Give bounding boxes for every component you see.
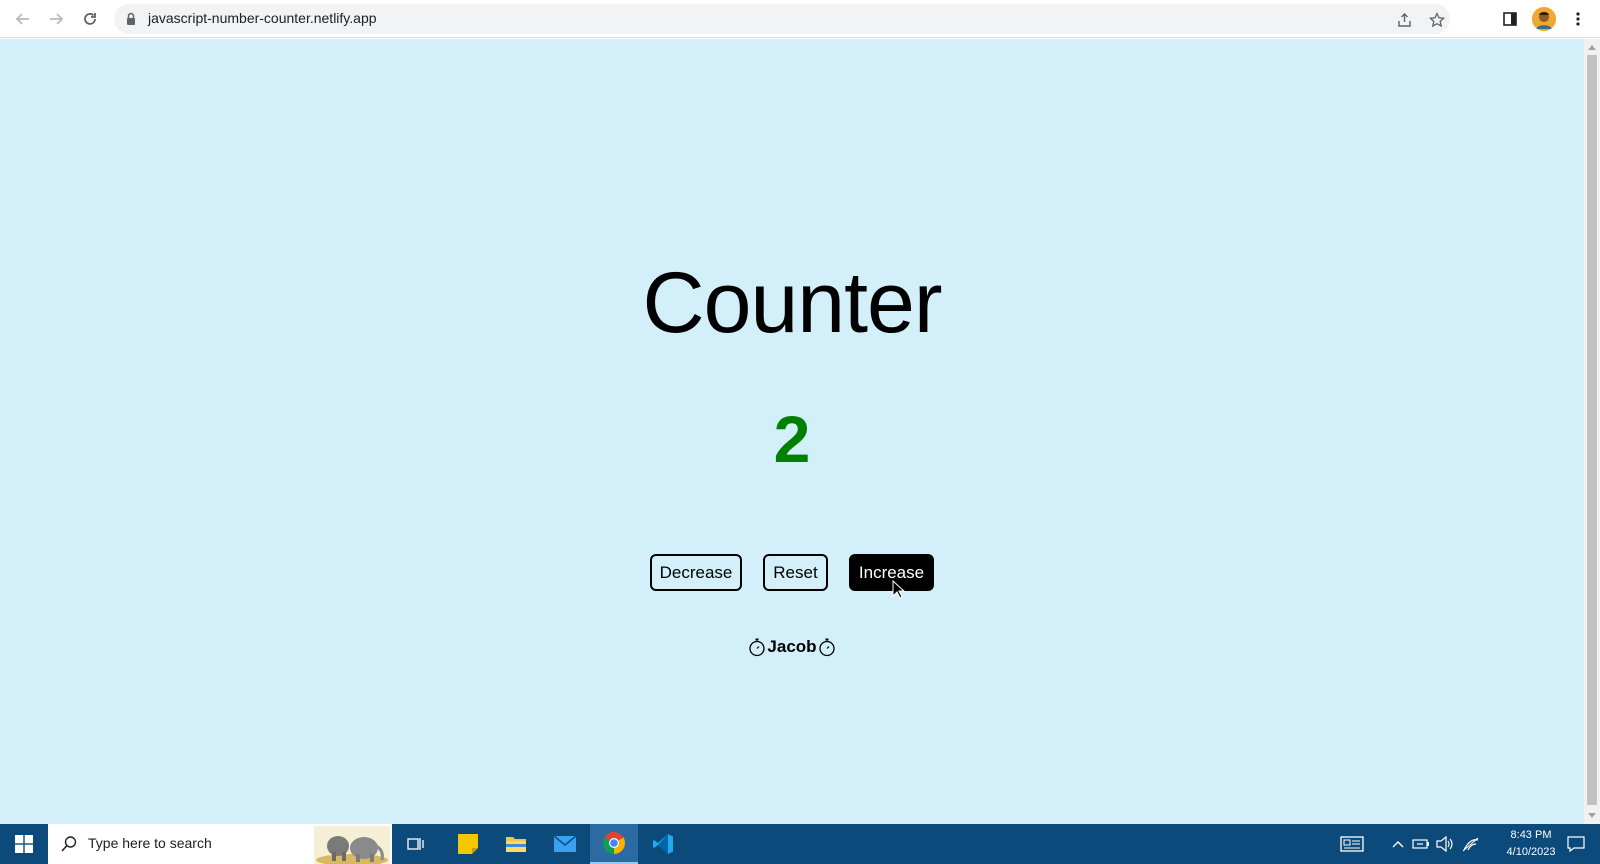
elephants-image [314, 826, 390, 864]
search-icon [61, 836, 77, 852]
reload-button[interactable] [75, 4, 105, 34]
vertical-scrollbar[interactable] [1584, 39, 1600, 824]
mouse-cursor-icon [892, 580, 906, 599]
stopwatch-icon [818, 638, 835, 657]
windows-taskbar: Type here to search 8:43 PM 4/10/2023 [0, 824, 1600, 864]
bookmark-star-icon[interactable] [1426, 9, 1448, 31]
browser-toolbar: javascript-number-counter.netlify.app [0, 0, 1600, 38]
url-text: javascript-number-counter.netlify.app [148, 10, 377, 26]
file-explorer-button[interactable] [492, 824, 540, 864]
notification-icon [1567, 836, 1585, 852]
reload-icon [84, 13, 96, 25]
page-title: Counter [642, 255, 943, 351]
scroll-up-icon[interactable] [1588, 45, 1596, 50]
share-icon[interactable] [1394, 9, 1416, 31]
kebab-menu-icon[interactable] [1565, 5, 1591, 33]
windows-logo-icon [15, 835, 33, 853]
address-bar[interactable]: javascript-number-counter.netlify.app [114, 4, 1450, 34]
chevron-up-icon [1392, 841, 1404, 848]
keyboard-icon [1340, 836, 1364, 852]
arrow-right-icon [50, 13, 64, 25]
network-button[interactable] [1460, 824, 1482, 864]
credit-line: Jacob [0, 637, 1584, 657]
sticky-notes-icon [458, 834, 478, 854]
folder-icon [506, 837, 526, 852]
counter-value: 2 [773, 402, 811, 476]
show-hidden-icons-button[interactable] [1388, 824, 1408, 864]
arrow-left-icon [15, 13, 29, 25]
keyboard-input-button[interactable] [1332, 824, 1372, 864]
volume-button[interactable] [1434, 824, 1456, 864]
vscode-button[interactable] [639, 824, 687, 864]
taskbar-search[interactable]: Type here to search [48, 824, 392, 864]
reset-button[interactable]: Reset [763, 554, 828, 591]
chrome-icon [603, 832, 625, 854]
lock-icon [127, 12, 135, 25]
scroll-down-icon[interactable] [1588, 813, 1596, 818]
battery-button[interactable] [1410, 824, 1432, 864]
forward-button[interactable] [41, 4, 71, 34]
start-button[interactable] [0, 824, 48, 864]
notifications-button[interactable] [1556, 824, 1596, 864]
battery-charging-icon [1412, 839, 1429, 849]
sticky-notes-button[interactable] [444, 824, 492, 864]
decrease-button[interactable]: Decrease [650, 554, 742, 591]
wifi-icon [1462, 837, 1479, 852]
mail-button[interactable] [541, 824, 589, 864]
stopwatch-icon [749, 638, 766, 657]
search-placeholder: Type here to search [88, 835, 212, 851]
vscode-icon [653, 834, 673, 854]
credit-name: Jacob [767, 637, 817, 656]
side-panel-icon[interactable] [1497, 5, 1523, 33]
back-button[interactable] [8, 4, 38, 34]
page-content: Counter 2 Decrease Reset Increase Jacob [0, 39, 1584, 824]
profile-avatar[interactable] [1532, 7, 1556, 31]
task-view-icon [407, 838, 424, 850]
task-view-button[interactable] [392, 824, 440, 864]
scroll-thumb[interactable] [1587, 55, 1597, 805]
mail-icon [553, 835, 577, 852]
chrome-button[interactable] [590, 824, 638, 864]
speaker-icon [1436, 836, 1453, 852]
